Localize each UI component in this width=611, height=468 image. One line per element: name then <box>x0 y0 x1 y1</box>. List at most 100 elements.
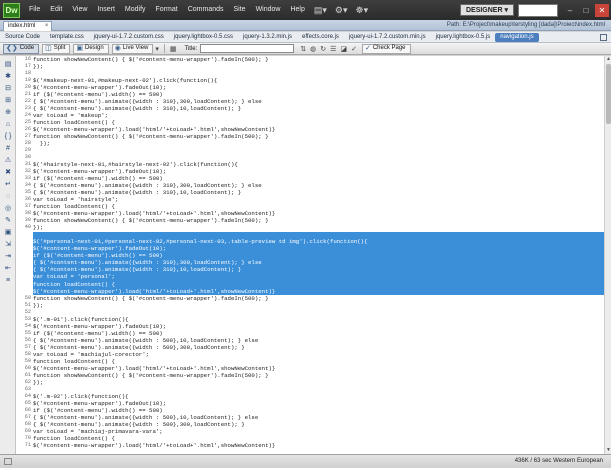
view-options-icon[interactable]: ☰ <box>328 45 338 53</box>
code-line[interactable]: function showNewContent() { $('#content-… <box>33 133 604 140</box>
code-line[interactable]: function loadContent() { <box>33 119 604 126</box>
code-line[interactable]: }); <box>33 224 604 231</box>
validate-icon[interactable]: ✓ <box>349 45 359 53</box>
scroll-down-icon[interactable]: ▼ <box>605 447 611 454</box>
expand-all-icon[interactable]: ⊕ <box>3 108 13 117</box>
code-content[interactable]: function showNewContent() { $('#content-… <box>33 56 604 454</box>
wrap-tag-icon[interactable]: ✎ <box>3 216 13 225</box>
menu-insert[interactable]: Insert <box>92 0 120 20</box>
workspace-switcher[interactable]: DESIGNER ▾ <box>459 4 514 16</box>
title-input[interactable] <box>200 44 295 53</box>
code-line[interactable] <box>33 309 604 316</box>
related-file-tab[interactable]: jquery-ui-1.7.2.custom.css <box>89 32 169 43</box>
preview-browser-icon[interactable]: ◍ <box>308 45 318 53</box>
code-line[interactable]: var toLoad = 'machiaj-primavara-vara'; <box>33 428 604 435</box>
settings-icon[interactable]: ⚙▾ <box>331 0 352 20</box>
related-file-tab[interactable]: jquery-1.3.2.min.js <box>238 32 297 43</box>
syntax-error-icon[interactable]: ✖ <box>3 168 13 177</box>
code-line[interactable]: function loadContent() { <box>33 203 604 210</box>
code-line[interactable]: $('#content-menu-wrapper').fadeOut(10); <box>33 84 604 91</box>
balance-braces-icon[interactable]: { } <box>3 132 13 141</box>
menu-view[interactable]: View <box>67 0 92 20</box>
code-line[interactable]: }); <box>33 63 604 70</box>
code-line[interactable]: { $('#content-menu').animate({width : 50… <box>33 337 604 344</box>
minimize-icon[interactable]: – <box>563 4 577 17</box>
code-line[interactable]: { $('#content-menu').animate({width : 50… <box>33 414 604 421</box>
layout-icon[interactable]: ▤▾ <box>310 0 331 20</box>
code-line[interactable]: function showNewContent() { $('#content-… <box>33 217 604 224</box>
code-line[interactable]: { $('#content-menu').animate({width : 50… <box>33 344 604 351</box>
design-view-button[interactable]: ▣ Design <box>73 43 109 54</box>
code-line[interactable]: $('#content-menu-wrapper').fadeOut(10); <box>33 400 604 407</box>
recent-snippets-icon[interactable]: ▣ <box>3 228 13 237</box>
open-documents-icon[interactable]: ▤ <box>3 60 13 69</box>
menu-help[interactable]: Help <box>285 0 309 20</box>
highlight-invalid-code-icon[interactable]: ⚠ <box>3 156 13 165</box>
menu-site[interactable]: Site <box>229 0 251 20</box>
code-line[interactable] <box>33 147 604 154</box>
code-line[interactable]: function showNewContent() { $('#content-… <box>33 295 604 302</box>
refresh-icon[interactable]: ↻ <box>318 45 328 53</box>
collapse-selection-icon[interactable]: ⊞ <box>3 96 13 105</box>
close-icon[interactable]: ✕ <box>595 3 609 17</box>
code-line[interactable]: }); <box>33 379 604 386</box>
code-line[interactable]: $('.m-01').click(function(){ <box>33 316 604 323</box>
code-line[interactable]: $('#content-menu-wrapper').load('html/'+… <box>33 288 604 295</box>
move-css-icon[interactable]: ⇲ <box>3 240 13 249</box>
related-file-tab[interactable]: Source Code <box>0 32 45 43</box>
split-view-button[interactable]: ◫ Split <box>42 43 71 54</box>
code-line[interactable]: function loadContent() { <box>33 358 604 365</box>
indent-code-icon[interactable]: ⇥ <box>3 252 13 261</box>
related-file-tab[interactable]: jquery.lightbox-0.5.css <box>169 32 238 43</box>
code-line[interactable]: $('#makeup-next-01,#makeup-next-02').cli… <box>33 77 604 84</box>
menu-edit[interactable]: Edit <box>45 0 67 20</box>
scroll-up-icon[interactable]: ▲ <box>605 56 611 63</box>
tag-selector-icon[interactable] <box>4 458 12 465</box>
code-line[interactable]: var toLoad = 'hairstyle'; <box>33 196 604 203</box>
line-numbers-icon[interactable]: # <box>3 144 13 153</box>
select-parent-tag-icon[interactable]: ⌂ <box>3 120 13 129</box>
code-line[interactable]: if ($('#content-menu').width() == 500) <box>33 175 604 182</box>
remove-comment-icon[interactable]: ◎ <box>3 204 13 213</box>
search-input[interactable] <box>518 3 558 17</box>
menu-window[interactable]: Window <box>251 0 286 20</box>
code-line[interactable]: function showNewContent() { $('#content-… <box>33 56 604 63</box>
inspect-icon[interactable]: ▾ <box>153 45 161 53</box>
code-line[interactable]: if ($('#content-menu').width() == 500) <box>33 330 604 337</box>
code-line[interactable]: { $('#content-menu').animate({width : 31… <box>33 189 604 196</box>
related-file-tab[interactable]: effects.core.js <box>297 32 344 43</box>
word-wrap-icon[interactable]: ↵ <box>3 180 13 189</box>
code-line[interactable] <box>33 231 604 238</box>
code-line[interactable]: $('#content-menu-wrapper').fadeOut(10); <box>33 323 604 330</box>
code-line[interactable] <box>33 386 604 393</box>
sync-icon[interactable]: ☸▾ <box>352 0 373 20</box>
apply-comment-icon[interactable]: ◌ <box>3 192 13 201</box>
code-line[interactable]: $('#content-menu-wrapper').load('html/'+… <box>33 126 604 133</box>
code-line[interactable]: function showNewContent() { $('#content-… <box>33 372 604 379</box>
code-line[interactable]: $('#content-menu-wrapper').load('html/'+… <box>33 442 604 449</box>
filter-icon[interactable] <box>600 34 607 41</box>
code-view-button[interactable]: ❮❯ Code <box>3 43 40 54</box>
menu-format[interactable]: Format <box>151 0 183 20</box>
code-line[interactable]: if ($('#content-menu').width() == 500) <box>33 91 604 98</box>
file-management-icon[interactable]: ⇅ <box>298 45 308 53</box>
visual-aids-icon[interactable]: ◪ <box>338 45 349 53</box>
code-line[interactable]: var toLoad = 'machiajul-corector'; <box>33 351 604 358</box>
code-line[interactable]: var toLoad = 'makeup'; <box>33 112 604 119</box>
code-line[interactable]: }); <box>33 302 604 309</box>
code-line[interactable]: $('#hairstyle-next-01,#hairstyle-next-02… <box>33 161 604 168</box>
code-line[interactable]: { $('#content-menu').animate({width : 50… <box>33 421 604 428</box>
code-line[interactable]: { $('#content-menu').animate({width : 31… <box>33 182 604 189</box>
code-line[interactable]: { $('#content-menu').animate({width : 31… <box>33 98 604 105</box>
maximize-icon[interactable]: □ <box>579 4 593 17</box>
code-line[interactable] <box>33 70 604 77</box>
menu-commands[interactable]: Commands <box>183 0 229 20</box>
code-line[interactable]: if ($('#content-menu').width() == 500) <box>33 252 604 259</box>
related-file-tab[interactable]: navigation.js <box>495 32 539 42</box>
code-line[interactable]: function loadContent() { <box>33 281 604 288</box>
scrollbar-thumb[interactable] <box>606 64 611 124</box>
outdent-code-icon[interactable]: ⇤ <box>3 264 13 273</box>
code-line[interactable] <box>33 154 604 161</box>
check-page-button[interactable]: ✓ Check Page <box>361 43 411 54</box>
code-line[interactable]: }); <box>33 140 604 147</box>
